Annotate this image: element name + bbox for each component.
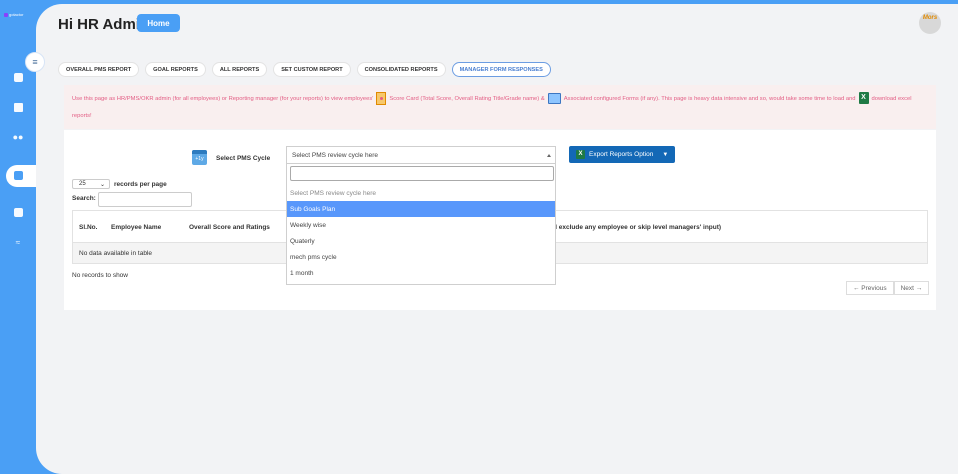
dashboard-icon[interactable] (11, 70, 25, 84)
chart-icon[interactable] (11, 205, 25, 219)
table-info: No records to show (72, 272, 128, 279)
dropdown-option[interactable]: Sub Goals Plan (287, 201, 555, 217)
col-overall-score[interactable]: Overall Score and Ratings (189, 224, 270, 231)
main-content: Hi HR Admin Home Mors OVERALL PMS REPORT… (36, 4, 958, 474)
sidebar-item-reports[interactable] (6, 165, 36, 187)
caret-up-icon (547, 154, 551, 157)
chevron-down-icon: ▼ (662, 151, 669, 158)
dropdown-option[interactable]: Select PMS review cycle here (287, 185, 555, 201)
col-manager-input[interactable]: d exclude any employee or skip level man… (553, 224, 721, 231)
dropdown-option[interactable]: Quaterly (287, 233, 555, 249)
pms-cycle-select[interactable]: Select PMS review cycle here (286, 146, 556, 163)
tab-manager-form-responses[interactable]: MANAGER FORM RESPONSES (451, 62, 551, 77)
export-reports-button[interactable]: X Export Reports Option ▼ (569, 146, 675, 163)
dropdown-option[interactable]: Weekly wise (287, 217, 555, 233)
dropdown-option[interactable]: 1 month (287, 265, 555, 281)
tab-all-reports[interactable]: ALL REPORTS (211, 62, 268, 77)
forms-icon (547, 92, 561, 104)
pms-cycle-dropdown: Select PMS review cycle here Sub Goals P… (286, 163, 556, 285)
tab-overall-pms-report[interactable]: OVERALL PMS REPORT (58, 62, 140, 77)
collapse-sidebar-button[interactable]: ≡ (25, 52, 45, 72)
book-icon[interactable] (11, 100, 25, 114)
pagination: ← Previous Next → (846, 281, 930, 295)
home-button[interactable]: Home (137, 14, 180, 32)
people-icon[interactable]: ●● (11, 130, 25, 144)
excel-icon: X (576, 150, 585, 159)
page-greeting: Hi HR Admin (58, 16, 150, 33)
chevron-down-icon: ⌄ (99, 182, 105, 188)
reports-icon (14, 171, 23, 180)
dropdown-option[interactable]: mech pms cycle (287, 249, 555, 265)
pms-cycle-label: Select PMS Cycle (216, 155, 271, 162)
dropdown-search-input[interactable] (290, 166, 554, 181)
handshake-icon[interactable]: ≈ (11, 235, 25, 249)
scorecard-icon (376, 91, 387, 105)
tab-goal-reports[interactable]: GOAL REPORTS (145, 62, 206, 77)
tab-consolidated-reports[interactable]: CONSOLIDATED REPORTS (356, 62, 446, 77)
tab-set-custom-report[interactable]: SET CUSTOM REPORT (273, 62, 351, 77)
calendar-icon: +1y (192, 150, 207, 165)
search-label: Search: (72, 195, 96, 202)
col-employee-name[interactable]: Employee Name (111, 224, 161, 231)
info-notice: Use this page as HR/PMS/OKR admin (for a… (64, 85, 936, 129)
next-button[interactable]: Next → (893, 281, 930, 295)
col-sl-no[interactable]: Sl.No. (79, 224, 97, 231)
records-per-page: 25 ⌄ records per page (72, 179, 167, 189)
brand-logo: gotactor (4, 12, 23, 17)
previous-button[interactable]: ← Previous (846, 281, 894, 295)
menu-collapse-icon: ≡ (32, 57, 38, 67)
avatar[interactable]: Mors (919, 12, 941, 34)
page-length-select[interactable]: 25 ⌄ (72, 179, 110, 189)
excel-icon: X (858, 92, 869, 105)
report-tabs: OVERALL PMS REPORT GOAL REPORTS ALL REPO… (58, 62, 551, 77)
search-input[interactable] (98, 192, 192, 207)
